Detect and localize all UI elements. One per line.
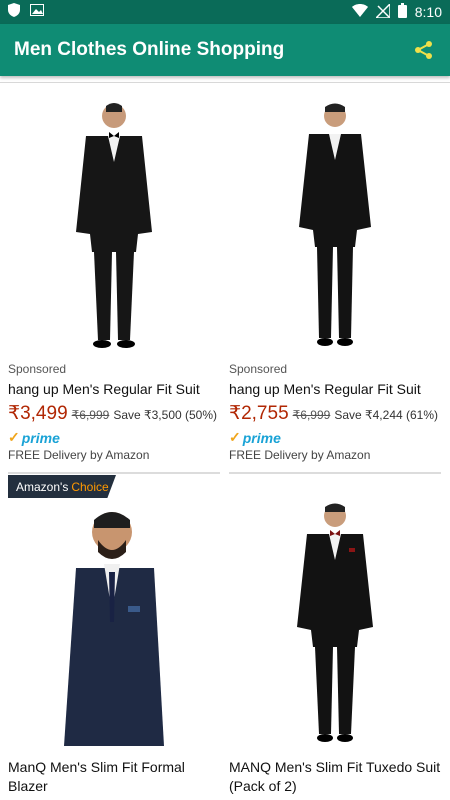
prime-label: prime: [242, 429, 281, 446]
amazons-choice-badge: Amazon's Choice: [8, 475, 116, 498]
card-divider: [8, 472, 220, 474]
battery-icon: [397, 3, 407, 21]
product-mrp: ₹6,999: [292, 408, 331, 422]
product-image[interactable]: [8, 500, 220, 746]
product-savings: Save ₹3,500 (50%): [113, 408, 218, 422]
product-title[interactable]: MANQ Men's Slim Fit Tuxedo Suit (Pack of…: [229, 758, 441, 796]
product-price: ₹3,499: [8, 403, 68, 424]
image-icon: [30, 3, 44, 21]
app-bar: Men Clothes Online Shopping: [0, 24, 450, 76]
product-card[interactable]: MANQ Men's Slim Fit Tuxedo Suit (Pack of…: [229, 500, 441, 796]
product-title[interactable]: ManQ Men's Slim Fit Formal Blazer: [8, 758, 220, 796]
clock-time: 8:10: [414, 4, 442, 20]
prime-badge: ✓ prime: [8, 429, 220, 446]
check-icon: ✓: [229, 429, 241, 445]
shield-icon: [8, 2, 20, 22]
product-card[interactable]: ManQ Men's Slim Fit Formal Blazer: [8, 500, 220, 796]
product-title[interactable]: hang up Men's Regular Fit Suit: [8, 380, 220, 399]
pricing-row: ₹3,499 ₹6,999 Save ₹3,500 (50%): [8, 402, 220, 425]
sponsored-label: Sponsored: [8, 362, 67, 376]
top-divider: [0, 82, 450, 83]
delivery-text: FREE Delivery by Amazon: [229, 448, 371, 462]
status-bar: 8:10: [0, 0, 450, 24]
prime-badge: ✓ prime: [229, 429, 441, 446]
badge-choice: Choice: [71, 479, 109, 494]
pricing-row: ₹2,755 ₹6,999 Save ₹4,244 (61%): [229, 402, 441, 425]
product-card[interactable]: Sponsored hang up Men's Regular Fit Suit…: [229, 96, 441, 462]
product-savings: Save ₹4,244 (61%): [334, 408, 439, 422]
product-mrp: ₹6,999: [71, 408, 110, 422]
product-image[interactable]: [229, 96, 441, 352]
check-icon: ✓: [8, 429, 20, 445]
card-divider: [229, 472, 441, 474]
delivery-text: FREE Delivery by Amazon: [8, 448, 150, 462]
product-title[interactable]: hang up Men's Regular Fit Suit: [229, 380, 441, 399]
app-title: Men Clothes Online Shopping: [14, 39, 285, 60]
wifi-icon: [351, 4, 368, 20]
product-image[interactable]: [8, 96, 220, 352]
product-grid: Sponsored hang up Men's Regular Fit Suit…: [0, 76, 450, 800]
prime-label: prime: [21, 429, 60, 446]
share-icon[interactable]: [412, 38, 436, 62]
no-signal-icon: [373, 1, 391, 21]
product-price: ₹2,755: [229, 403, 289, 424]
product-card[interactable]: Sponsored hang up Men's Regular Fit Suit…: [8, 96, 220, 462]
product-image[interactable]: [229, 500, 441, 746]
sponsored-label: Sponsored: [229, 362, 288, 376]
badge-brand: Amazon's: [16, 479, 69, 494]
